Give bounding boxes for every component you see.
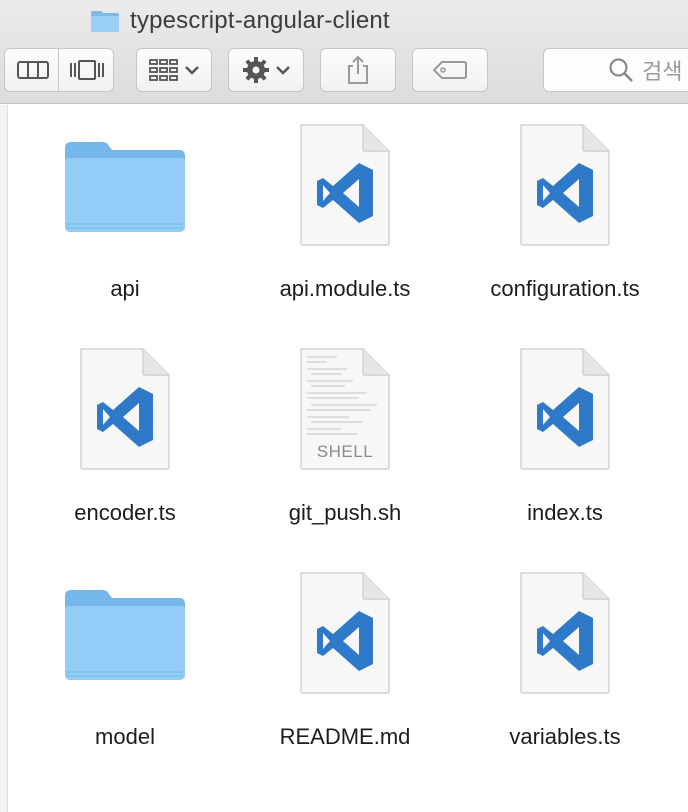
window-title: typescript-angular-client <box>90 4 390 38</box>
file-name: api <box>110 276 140 301</box>
file-type-badge: SHELL <box>316 442 374 461</box>
columns-view-icon <box>16 61 49 79</box>
file-item[interactable]: api.module.ts <box>245 120 445 310</box>
vscode-document-icon <box>495 344 635 474</box>
vscode-document-icon <box>495 568 635 698</box>
chevron-down-icon <box>185 66 199 75</box>
window-title-text: typescript-angular-client <box>130 7 390 34</box>
file-name: README.md <box>279 724 411 749</box>
folder-icon <box>55 120 195 250</box>
view-mode-segmented-control[interactable] <box>4 48 114 92</box>
vscode-document-icon <box>495 120 635 250</box>
folder-icon <box>90 9 120 33</box>
chevron-down-icon <box>276 66 290 75</box>
file-name: encoder.ts <box>74 500 176 525</box>
file-item[interactable]: SHELL git_push.sh <box>245 344 445 534</box>
share-button[interactable] <box>320 48 396 92</box>
file-item[interactable]: encoder.ts <box>25 344 225 534</box>
tag-icon <box>432 61 467 79</box>
shell-script-document-icon: SHELL <box>275 344 415 474</box>
gear-icon <box>243 57 269 83</box>
coverflow-view-button[interactable] <box>60 49 114 91</box>
file-name: api.module.ts <box>279 276 411 301</box>
vscode-document-icon <box>275 120 415 250</box>
tags-button[interactable] <box>412 48 488 92</box>
coverflow-view-icon <box>70 60 104 80</box>
column-view-button[interactable] <box>5 49 60 91</box>
vscode-document-icon <box>275 568 415 698</box>
file-item[interactable]: README.md <box>245 568 445 758</box>
action-button[interactable] <box>228 48 304 92</box>
file-item[interactable]: configuration.ts <box>465 120 665 310</box>
window-toolbar: typescript-angular-client 검색 <box>0 0 688 104</box>
file-name: variables.ts <box>509 724 621 749</box>
share-icon <box>348 55 368 84</box>
grid-arrange-icon <box>149 59 178 81</box>
vscode-document-icon <box>55 344 195 474</box>
arrange-button[interactable] <box>136 48 212 92</box>
search-field[interactable]: 검색 <box>543 48 688 92</box>
file-item[interactable]: model <box>25 568 225 758</box>
folder-icon <box>55 568 195 698</box>
file-name: index.ts <box>527 500 603 525</box>
file-name: configuration.ts <box>490 276 640 301</box>
file-item[interactable]: api <box>25 120 225 310</box>
search-icon <box>609 58 633 82</box>
file-name: model <box>95 724 155 749</box>
search-placeholder: 검색 <box>642 59 683 84</box>
segment-divider <box>58 48 59 92</box>
file-item[interactable]: index.ts <box>465 344 665 534</box>
file-item[interactable]: variables.ts <box>465 568 665 758</box>
file-name: git_push.sh <box>288 500 402 525</box>
sidebar-edge <box>0 105 8 812</box>
